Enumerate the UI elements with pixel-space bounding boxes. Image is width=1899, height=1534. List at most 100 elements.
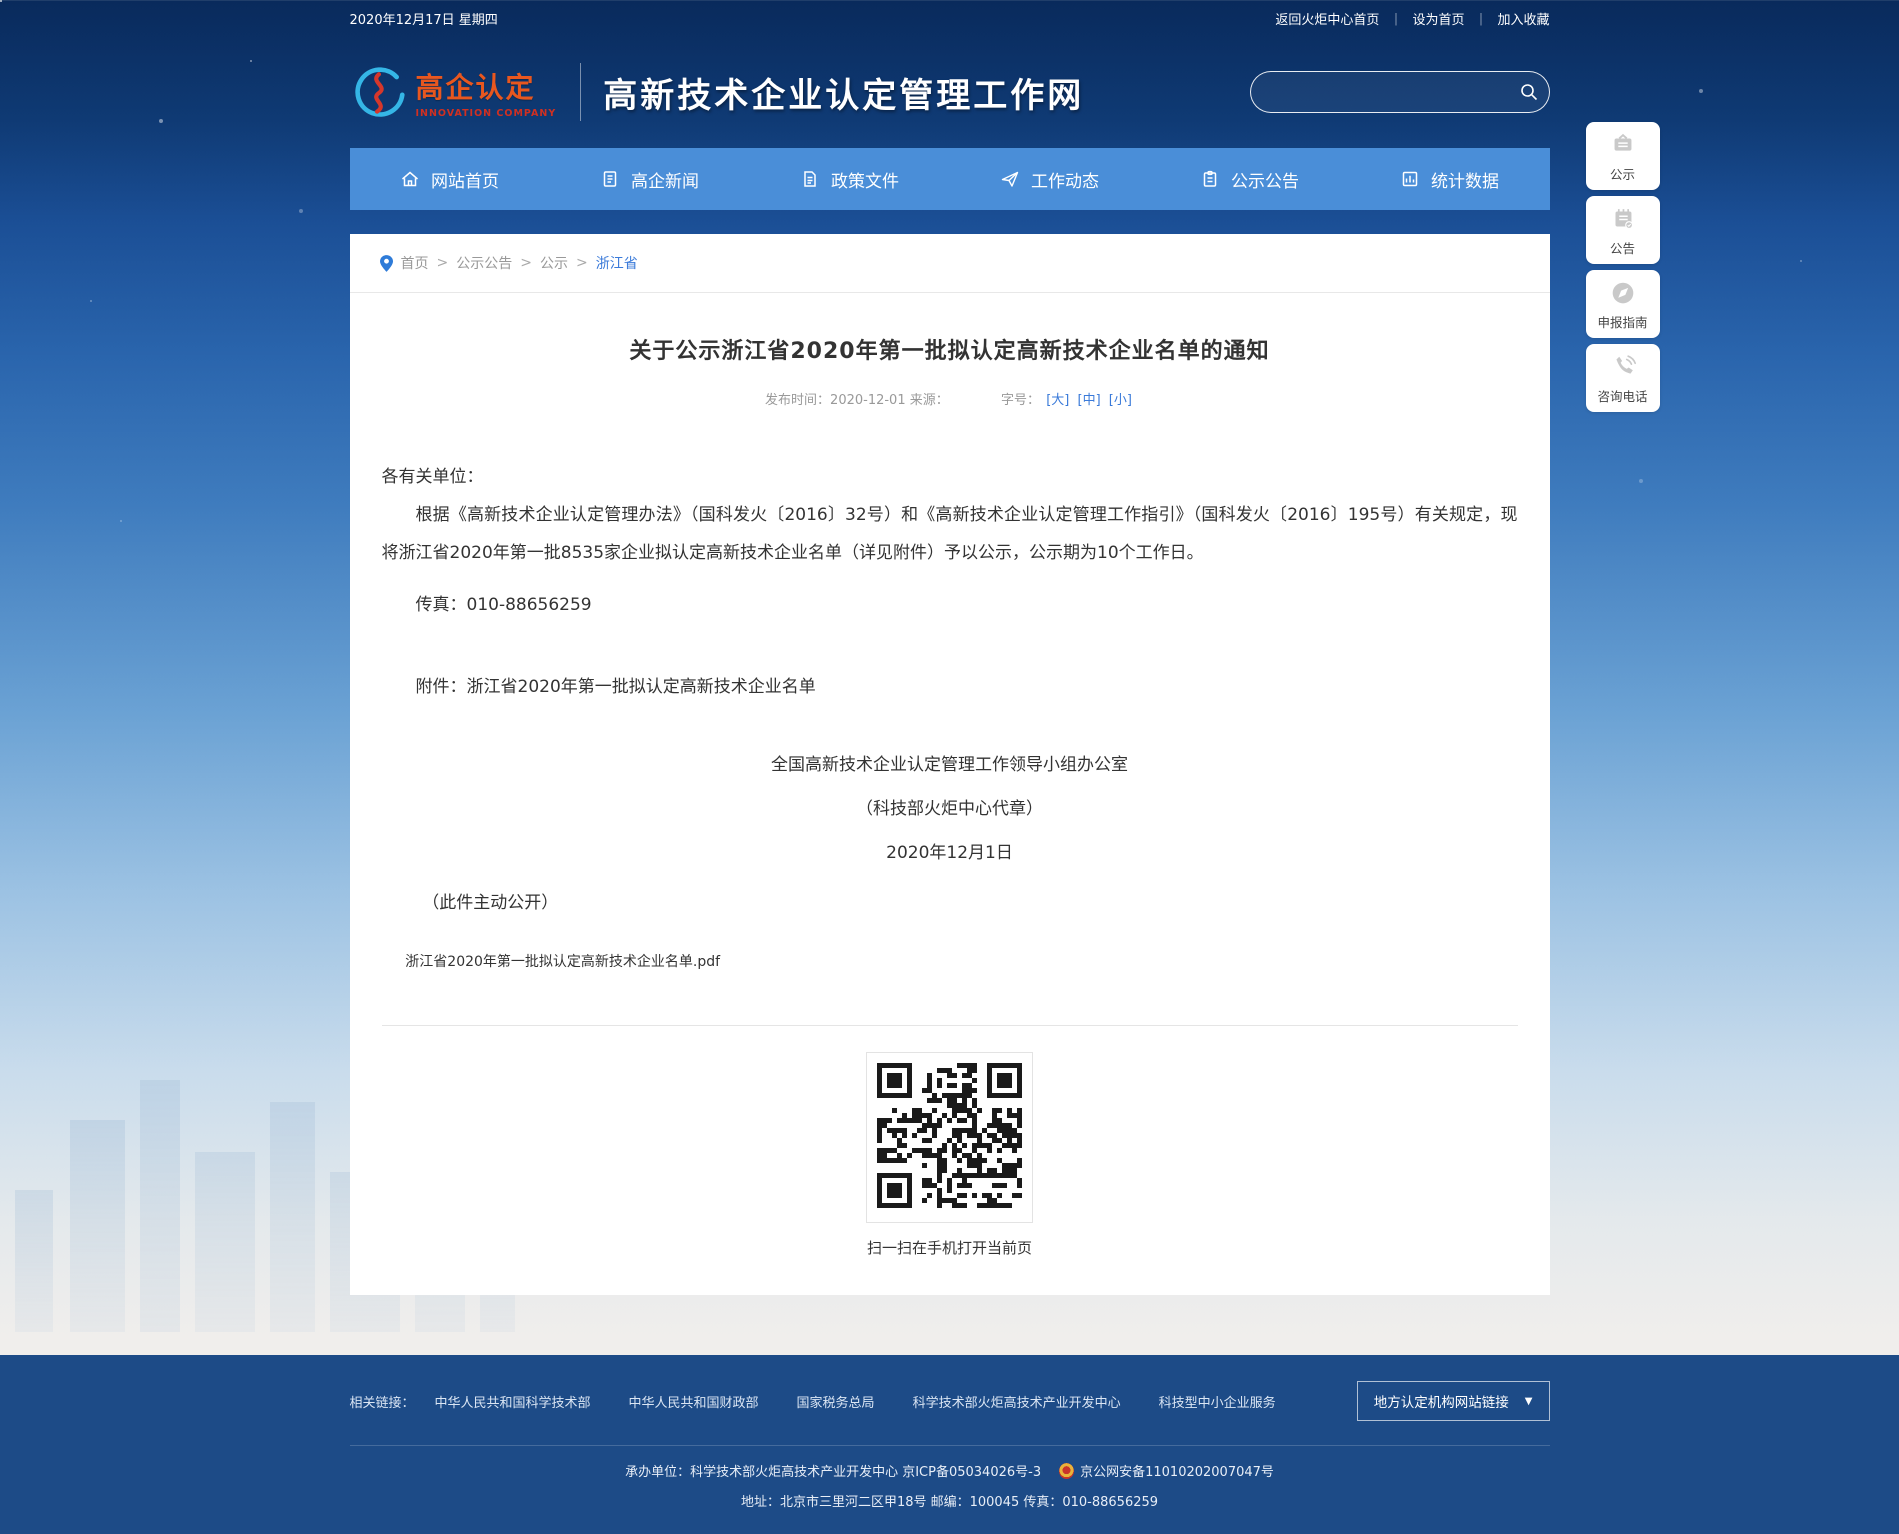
fontsize-medium-button[interactable]: [中] bbox=[1078, 393, 1101, 408]
footer: 相关链接： 中华人民共和国科学技术部 中华人民共和国财政部 国家税务总局 科学技… bbox=[0, 1355, 1899, 1534]
attachment-pdf-link[interactable]: 浙江省2020年第一批拟认定高新技术企业名单.pdf bbox=[405, 954, 720, 970]
notice-board-icon bbox=[1614, 133, 1631, 151]
nav-item-dynamics[interactable]: 工作动态 bbox=[950, 148, 1150, 210]
nav-item-news[interactable]: 高企新闻 bbox=[550, 148, 750, 210]
breadcrumb: 首页 > 公示公告 > 公示 > 浙江省 bbox=[349, 234, 1550, 293]
chart-icon bbox=[1402, 171, 1418, 187]
nav-item-label: 公示公告 bbox=[1231, 171, 1299, 192]
search-box bbox=[1249, 71, 1550, 113]
fontsize-label: 字号： bbox=[1001, 393, 1041, 408]
signer-office: 全国高新技术企业认定管理工作领导小组办公室 bbox=[771, 755, 1128, 775]
footer-link-torch-center[interactable]: 科学技术部火炬高技术产业开发中心 bbox=[913, 1392, 1121, 1411]
background-particles bbox=[0, 0, 2, 2]
float-button-label: 咨询电话 bbox=[1597, 388, 1648, 404]
home-icon bbox=[402, 171, 418, 187]
clipboard-icon bbox=[1203, 170, 1217, 187]
nav-item-announcements[interactable]: 公示公告 bbox=[1150, 148, 1350, 210]
float-button-announcement[interactable]: 公告 bbox=[1585, 196, 1660, 264]
float-button-label: 公告 bbox=[1609, 240, 1635, 256]
site-logo[interactable]: 高企认定 INNOVATION COMPANY bbox=[350, 64, 557, 120]
signer-note: （科技部火炬中心代章） bbox=[856, 799, 1043, 819]
footer-divider bbox=[349, 1445, 1550, 1446]
location-pin-icon bbox=[379, 254, 393, 272]
nav-item-label: 高企新闻 bbox=[631, 171, 699, 192]
publish-time-label: 发布时间： bbox=[765, 393, 831, 408]
quick-access-sidebar: 公示 公告 申报指南 咨询电话 bbox=[1585, 122, 1660, 418]
fontsize-small-button[interactable]: [小] bbox=[1109, 393, 1132, 408]
search-icon bbox=[1520, 84, 1537, 101]
separator: ｜ bbox=[1474, 12, 1488, 28]
publish-date: 2020-12-01 bbox=[830, 393, 906, 408]
main-nav: 网站首页 高企新闻 政策文件 工作动态 公示公告 统计数据 bbox=[349, 148, 1550, 210]
source-label: 来源： bbox=[909, 393, 949, 408]
attachment-line: 附件：浙江省2020年第一批拟认定高新技术企业名单 bbox=[415, 677, 816, 697]
fontsize-large-button[interactable]: [大] bbox=[1046, 393, 1069, 408]
breadcrumb-separator: > bbox=[575, 255, 588, 271]
topbar-links: 返回火炬中心首页 ｜ 设为首页 ｜ 加入收藏 bbox=[1275, 9, 1549, 28]
logo-subtitle: INNOVATION COMPANY bbox=[415, 107, 557, 119]
compass-icon bbox=[1612, 282, 1633, 303]
sign-date: 2020年12月1日 bbox=[886, 843, 1013, 863]
breadcrumb-separator: > bbox=[520, 255, 532, 271]
float-button-phone[interactable]: 咨询电话 bbox=[1585, 344, 1660, 412]
breadcrumb-separator: > bbox=[436, 255, 449, 271]
nav-item-label: 统计数据 bbox=[1431, 171, 1499, 192]
article-title: 关于公示浙江省2020年第一批拟认定高新技术企业名单的通知 bbox=[629, 339, 1270, 364]
add-favorite-link[interactable]: 加入收藏 bbox=[1497, 9, 1549, 28]
nav-item-label: 工作动态 bbox=[1031, 171, 1099, 192]
dropdown-label: 地方认定机构网站链接 bbox=[1373, 1395, 1509, 1411]
footer-bottom: 承办单位：科学技术部火炬高技术产业开发中心 京ICP备05034026号-3 京公… bbox=[0, 1446, 1899, 1534]
breadcrumb-announcements[interactable]: 公示公告 bbox=[456, 253, 512, 273]
logo-title: 高企认定 bbox=[415, 70, 536, 104]
search-input[interactable] bbox=[1250, 72, 1509, 112]
breadcrumb-zhejiang[interactable]: 浙江省 bbox=[596, 253, 638, 273]
nav-item-home[interactable]: 网站首页 bbox=[350, 148, 550, 210]
float-button-label: 申报指南 bbox=[1597, 314, 1648, 330]
footer-link-tax[interactable]: 国家税务总局 bbox=[797, 1392, 875, 1411]
paper-plane-icon bbox=[1001, 171, 1019, 187]
content-divider bbox=[381, 1025, 1518, 1026]
footer-address-line: 地址：北京市三里河二区甲18号 邮编：100045 传真：010-8865625… bbox=[740, 1495, 1159, 1510]
torch-center-home-link[interactable]: 返回火炬中心首页 bbox=[1275, 9, 1379, 28]
top-utility-bar: 2020年12月17日 星期四 返回火炬中心首页 ｜ 设为首页 ｜ 加入收藏 bbox=[0, 0, 1899, 36]
salutation: 各有关单位： bbox=[381, 467, 484, 487]
footer-link-sme-service[interactable]: 科技型中小企业服务 bbox=[1159, 1392, 1276, 1411]
footer-links-row: 相关链接： 中华人民共和国科学技术部 中华人民共和国财政部 国家税务总局 科学技… bbox=[350, 1381, 1550, 1421]
footer-link-mof[interactable]: 中华人民共和国财政部 bbox=[629, 1392, 759, 1411]
current-date: 2020年12月17日 星期四 bbox=[349, 12, 498, 28]
set-homepage-link[interactable]: 设为首页 bbox=[1412, 9, 1464, 28]
footer-organizer-icp: 承办单位：科学技术部火炬高技术产业开发中心 京ICP备05034026号-3 bbox=[625, 1465, 1042, 1480]
qr-caption: 扫一扫在手机打开当前页 bbox=[866, 1239, 1032, 1257]
search-button[interactable] bbox=[1509, 72, 1549, 112]
caret-down-icon: ▼ bbox=[1524, 1395, 1533, 1407]
separator: ｜ bbox=[1389, 12, 1403, 28]
nav-item-statistics[interactable]: 统计数据 bbox=[1350, 148, 1550, 210]
policy-doc-icon bbox=[804, 171, 816, 187]
disclosure-note: （此件主动公开） bbox=[422, 893, 559, 913]
nav-item-label: 网站首页 bbox=[431, 171, 499, 192]
logo-text: 高企认定 INNOVATION COMPANY bbox=[416, 66, 557, 119]
body-paragraph: 根据《高新技术企业认定管理办法》（国科发火〔2016〕32号）和《高新技术企业认… bbox=[381, 505, 1518, 563]
fax-line: 传真：010-88656259 bbox=[415, 595, 592, 615]
region-links-dropdown[interactable]: 地方认定机构网站链接 ▼ bbox=[1356, 1381, 1550, 1421]
site-title: 高新技术企业认定管理工作网 bbox=[603, 75, 1085, 116]
phone-icon bbox=[1615, 354, 1636, 374]
police-filing-link[interactable]: 京公网安备11010202007047号 bbox=[1080, 1465, 1274, 1480]
footer-link-most[interactable]: 中华人民共和国科学技术部 bbox=[435, 1392, 591, 1411]
nav-item-policy[interactable]: 政策文件 bbox=[750, 148, 950, 210]
content-panel: 首页 > 公示公告 > 公示 > 浙江省 关于公示浙江省2020年第一批拟认定高… bbox=[349, 234, 1550, 1295]
logo-swoosh-icon bbox=[354, 67, 405, 117]
breadcrumb-public-notice[interactable]: 公示 bbox=[540, 253, 568, 273]
article: 关于公示浙江省2020年第一批拟认定高新技术企业名单的通知 发布时间：2020-… bbox=[350, 333, 1550, 1295]
announcement-pad-icon bbox=[1615, 208, 1633, 229]
article-meta: 发布时间：2020-12-01 来源： 字号： [大] [中] [小] bbox=[382, 389, 1518, 408]
news-icon bbox=[603, 171, 617, 187]
float-button-application-guide[interactable]: 申报指南 bbox=[1585, 270, 1660, 338]
nav-item-label: 政策文件 bbox=[831, 171, 899, 192]
float-button-public-notice[interactable]: 公示 bbox=[1585, 122, 1660, 190]
float-button-label: 公示 bbox=[1609, 166, 1635, 182]
header-divider bbox=[580, 63, 582, 121]
police-badge-icon bbox=[1059, 1463, 1075, 1479]
breadcrumb-home[interactable]: 首页 bbox=[401, 253, 429, 273]
qr-code bbox=[866, 1052, 1033, 1223]
